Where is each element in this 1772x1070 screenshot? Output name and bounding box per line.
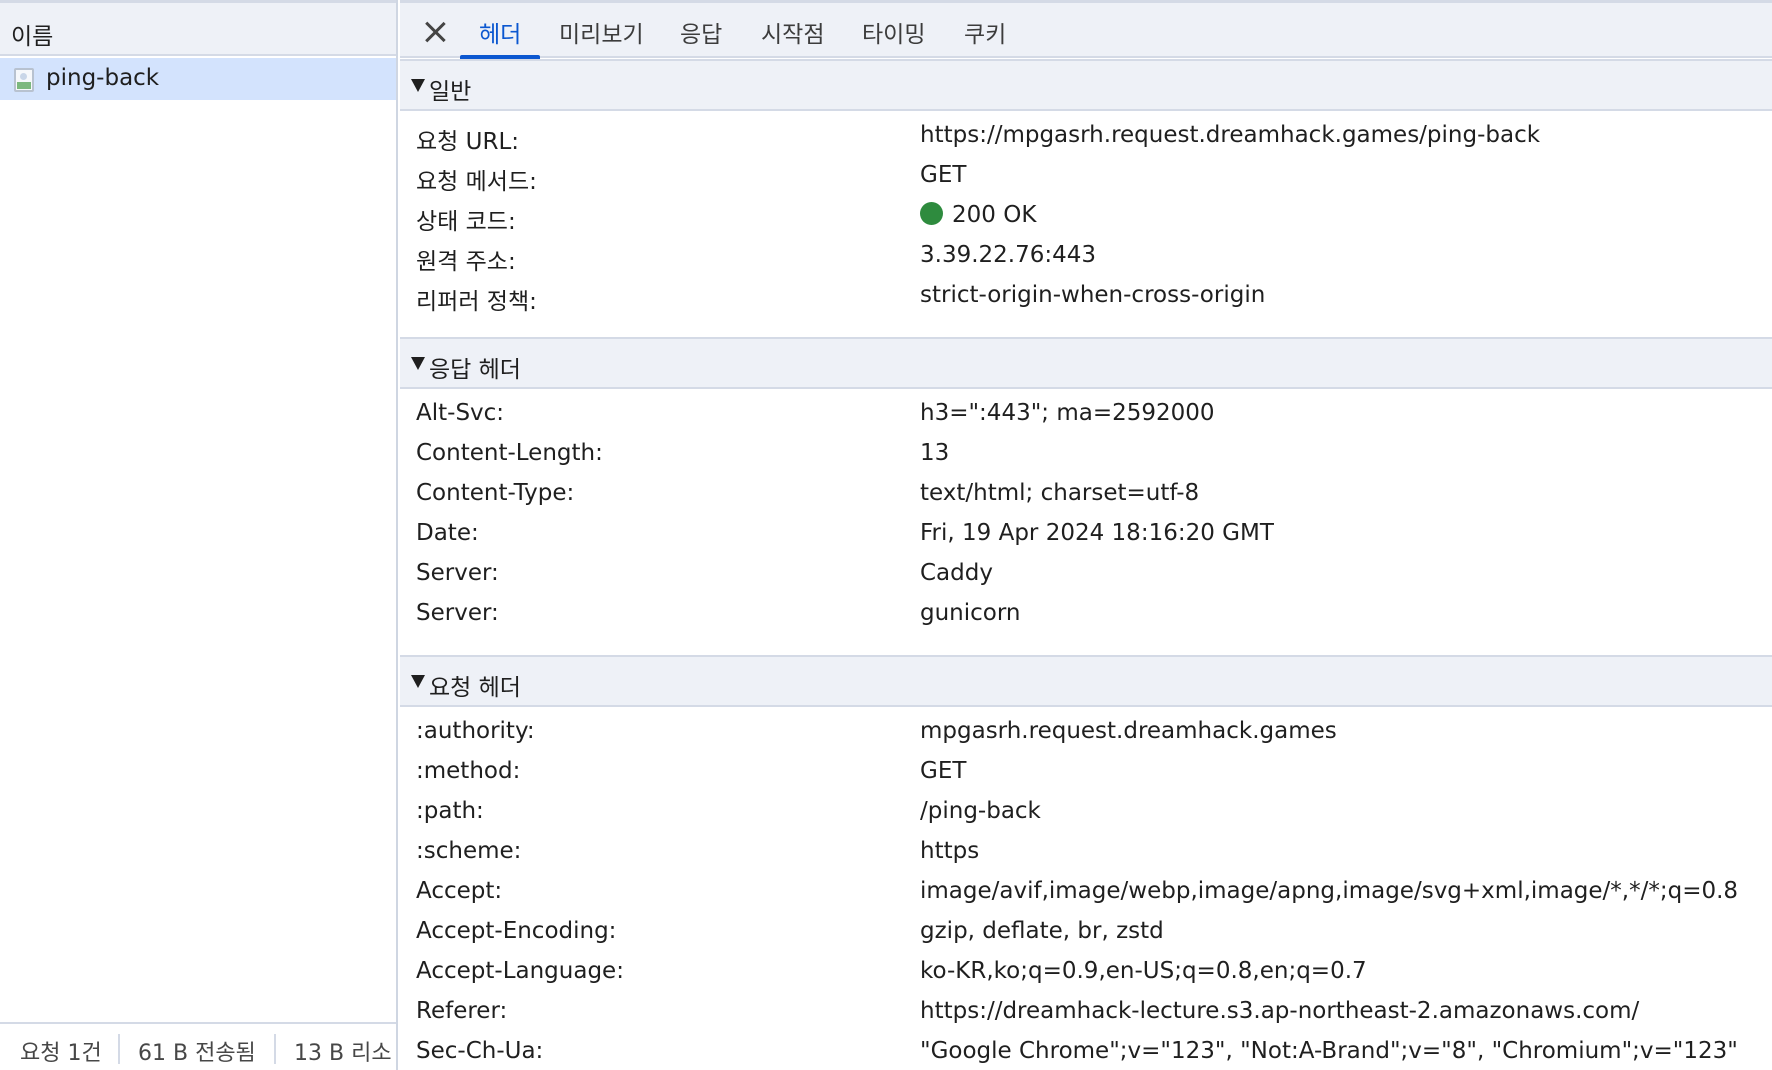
status-divider (118, 1034, 120, 1064)
section-title: 일반 (429, 79, 472, 105)
header-key: 상태 코드: (416, 209, 516, 235)
header-value: gunicorn (920, 600, 1021, 626)
header-key: 원격 주소: (416, 249, 516, 275)
tab-initiator[interactable]: 시작점 (761, 15, 824, 49)
header-key: :path: (416, 798, 484, 824)
header-key: 요청 URL: (416, 129, 520, 155)
header-key: Alt-Svc: (416, 400, 505, 426)
details-tab-bar: 헤더 미리보기 응답 시작점 타이밍 쿠키 (400, 0, 1772, 59)
header-row: :path: /ping-back (400, 792, 1772, 832)
name-column-header[interactable]: 이름 (0, 0, 396, 56)
header-value: gzip, deflate, br, zstd (920, 918, 1164, 944)
request-list-panel: 이름 ping-back 요청 1건 61 B 전송됨 13 B 리소 (0, 0, 398, 1070)
status-bar: 요청 1건 61 B 전송됨 13 B 리소 (0, 1022, 396, 1070)
status-ok-icon (920, 202, 943, 225)
header-value: strict-origin-when-cross-origin (920, 282, 1266, 308)
general-section-header[interactable]: 일반 (400, 59, 1772, 111)
header-row: Server: gunicorn (400, 594, 1772, 634)
close-icon[interactable] (420, 17, 450, 47)
request-row[interactable]: ping-back (0, 58, 396, 100)
status-code-text: 200 OK (952, 202, 1037, 228)
header-value: Caddy (920, 560, 993, 586)
header-row: :authority: mpgasrh.request.dreamhack.ga… (400, 712, 1772, 752)
status-code-value: 200 OK (920, 202, 1036, 228)
header-row: Alt-Svc: h3=":443"; ma=2592000 (400, 394, 1772, 434)
header-row: Accept-Encoding: gzip, deflate, br, zstd (400, 912, 1772, 952)
header-row: Date: Fri, 19 Apr 2024 18:16:20 GMT (400, 514, 1772, 554)
header-key: :method: (416, 758, 521, 784)
header-row: :method: GET (400, 752, 1772, 792)
resource-size: 13 B 리소 (294, 1041, 392, 1066)
header-key: Accept: (416, 878, 503, 904)
header-row: Accept-Language: ko-KR,ko;q=0.9,en-US;q=… (400, 952, 1772, 992)
transferred-size: 61 B 전송됨 (138, 1041, 256, 1066)
header-value: https://dreamhack-lecture.s3.ap-northeas… (920, 998, 1640, 1024)
triangle-down-icon (411, 79, 425, 92)
tab-timing[interactable]: 타이밍 (862, 15, 925, 49)
header-row: Accept: image/avif,image/webp,image/apng… (400, 872, 1772, 912)
header-row: 요청 URL: https://mpgasrh.request.dreamhac… (400, 116, 1772, 156)
section-title: 응답 헤더 (429, 357, 521, 383)
tab-preview[interactable]: 미리보기 (559, 15, 644, 49)
header-value: GET (920, 758, 967, 784)
header-key: Accept-Encoding: (416, 918, 617, 944)
header-key: Content-Type: (416, 480, 575, 506)
header-row: Content-Type: text/html; charset=utf-8 (400, 474, 1772, 514)
header-row: Referer: https://dreamhack-lecture.s3.ap… (400, 992, 1772, 1032)
header-row: Content-Length: 13 (400, 434, 1772, 474)
header-key: Referer: (416, 998, 508, 1024)
header-value: https (920, 838, 980, 864)
header-value: h3=":443"; ma=2592000 (920, 400, 1215, 426)
header-key: Sec-Ch-Ua: (416, 1038, 544, 1064)
header-value: 13 (920, 440, 950, 466)
header-row: 상태 코드: 200 OK (400, 196, 1772, 236)
tab-headers[interactable]: 헤더 (479, 15, 521, 49)
status-divider (274, 1034, 276, 1064)
section-title: 요청 헤더 (429, 675, 521, 701)
header-key: Content-Length: (416, 440, 603, 466)
header-key: :scheme: (416, 838, 522, 864)
request-details-panel: 헤더 미리보기 응답 시작점 타이밍 쿠키 일반 요청 URL: https:/… (400, 0, 1772, 1070)
tab-response[interactable]: 응답 (680, 15, 722, 49)
image-file-icon (14, 68, 34, 92)
header-key: Server: (416, 600, 499, 626)
header-key: Accept-Language: (416, 958, 624, 984)
header-key: 요청 메서드: (416, 169, 537, 195)
header-key: Date: (416, 520, 479, 546)
header-row: :scheme: https (400, 832, 1772, 872)
header-row: 리퍼러 정책: strict-origin-when-cross-origin (400, 276, 1772, 316)
triangle-down-icon (411, 675, 425, 688)
header-row: Sec-Ch-Ua: "Google Chrome";v="123", "Not… (400, 1032, 1772, 1070)
request-headers-section-header[interactable]: 요청 헤더 (400, 655, 1772, 707)
header-value: GET (920, 162, 967, 188)
header-key: 리퍼러 정책: (416, 289, 537, 315)
name-column-label: 이름 (11, 24, 54, 50)
header-row: 요청 메서드: GET (400, 156, 1772, 196)
tab-cookies[interactable]: 쿠키 (964, 15, 1006, 49)
header-value: Fri, 19 Apr 2024 18:16:20 GMT (920, 520, 1274, 546)
header-value: "Google Chrome";v="123", "Not:A-Brand";v… (920, 1038, 1738, 1064)
response-headers-section-header[interactable]: 응답 헤더 (400, 337, 1772, 389)
triangle-down-icon (411, 357, 425, 370)
header-value: text/html; charset=utf-8 (920, 480, 1200, 506)
header-value: 3.39.22.76:443 (920, 242, 1097, 268)
header-key: :authority: (416, 718, 535, 744)
header-value: ko-KR,ko;q=0.9,en-US;q=0.8,en;q=0.7 (920, 958, 1367, 984)
request-count: 요청 1건 (20, 1041, 102, 1066)
header-value: /ping-back (920, 798, 1041, 824)
header-row: Server: Caddy (400, 554, 1772, 594)
header-value: image/avif,image/webp,image/apng,image/s… (920, 878, 1739, 904)
header-value: https://mpgasrh.request.dreamhack.games/… (920, 122, 1541, 148)
request-name: ping-back (46, 65, 160, 91)
header-row: 원격 주소: 3.39.22.76:443 (400, 236, 1772, 276)
header-value: mpgasrh.request.dreamhack.games (920, 718, 1337, 744)
header-key: Server: (416, 560, 499, 586)
